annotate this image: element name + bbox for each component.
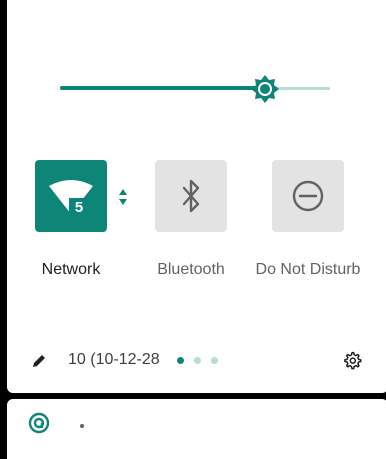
network-tile[interactable]: 5 <box>35 160 107 232</box>
network-label: Network <box>41 261 101 278</box>
do-not-disturb-icon <box>292 180 324 212</box>
settings-icon[interactable] <box>342 351 362 371</box>
brightness-thumb[interactable] <box>248 74 282 104</box>
page-dot <box>177 357 184 364</box>
bluetooth-icon <box>182 179 200 213</box>
bluetooth-tile[interactable] <box>155 160 227 232</box>
build-number[interactable]: 10 (10-12-28 <box>68 351 174 369</box>
android-app-icon <box>28 412 50 434</box>
dnd-label: Do Not Disturb <box>255 261 361 278</box>
page-dot <box>211 357 218 364</box>
brightness-track-fill <box>60 86 266 90</box>
network-badge: 5 <box>75 199 83 216</box>
wifi-icon: 5 <box>49 180 93 216</box>
brightness-slider[interactable] <box>60 74 330 104</box>
brightness-icon <box>251 75 280 103</box>
network-updown-icon <box>119 189 127 205</box>
bluetooth-label: Bluetooth <box>157 261 225 278</box>
notification-card[interactable] <box>7 399 386 459</box>
edit-icon[interactable] <box>30 352 48 370</box>
do-not-disturb-tile[interactable] <box>272 160 344 232</box>
notification-dot <box>80 424 84 428</box>
page-dot <box>194 357 201 364</box>
